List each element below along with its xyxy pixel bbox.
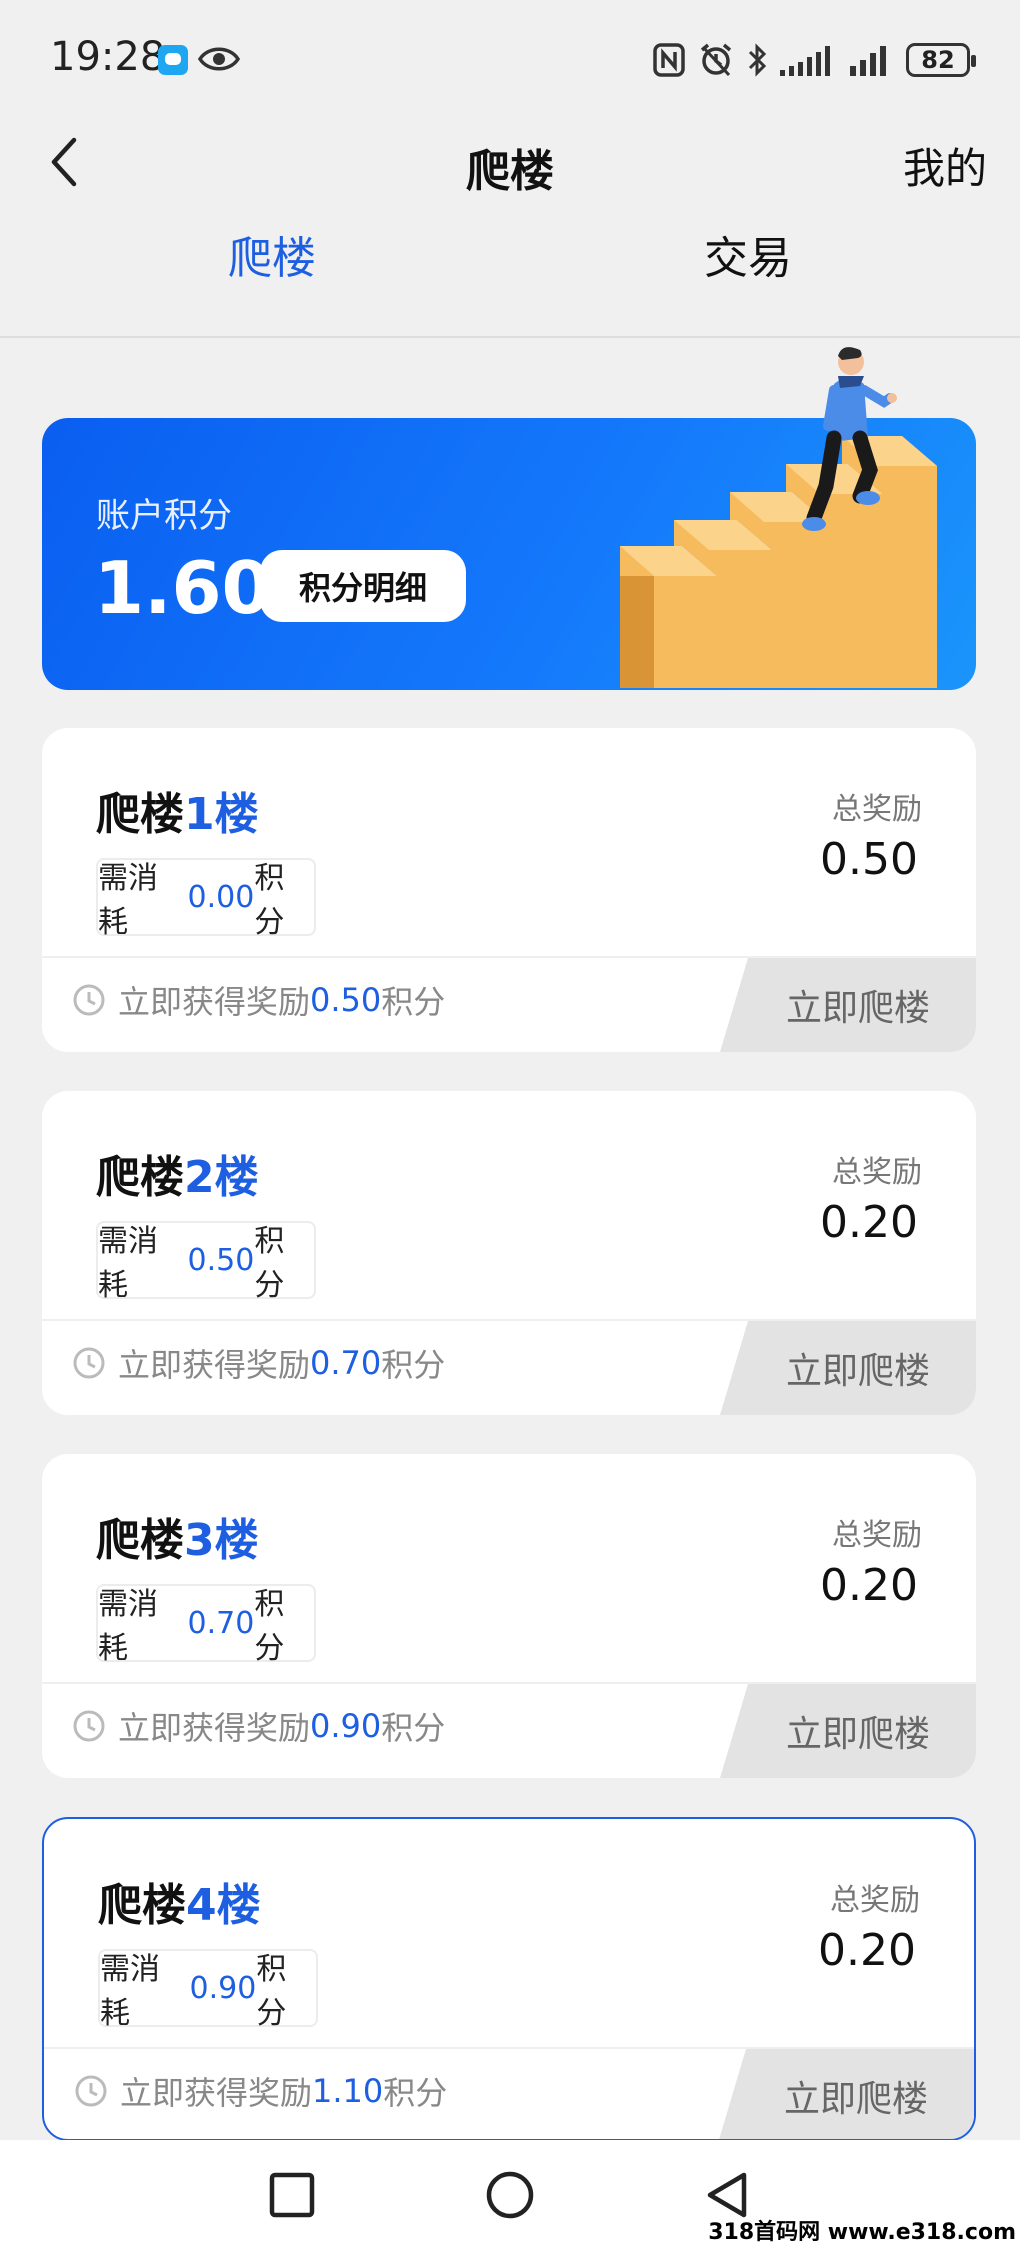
message-icon [158,45,188,75]
floor-title: 爬楼1楼 [96,778,259,842]
alarm-icon [700,43,732,77]
divider [0,336,1020,338]
floor-card: 爬楼2楼 需消耗 0.50 积分 总奖励 0.20 立即获得奖励 0.70 积分 立即爬… [42,1091,976,1415]
floor-title: 爬楼2楼 [96,1141,259,1205]
recent-apps-icon[interactable] [264,2167,320,2223]
signal-icon [780,46,830,76]
total-reward-label: 总奖励 [832,1155,922,1190]
divider [42,1319,976,1321]
instant-reward-suffix: 积分 [383,2074,448,2112]
status-bar: 19:28 82 [0,0,1020,120]
floor-title-prefix: 爬楼 [98,1880,186,1931]
cost-prefix: 需消耗 [100,1952,160,2031]
divider [44,2047,974,2049]
floor-number: 1楼 [184,789,259,840]
home-icon[interactable] [482,2167,538,2223]
clock-icon [73,984,105,1016]
cost-value: 0.90 [189,1970,257,2006]
cost-suffix: 积分 [254,1587,285,1666]
floor-title: 爬楼4楼 [98,1869,261,1933]
instant-reward-row: 立即获得奖励 0.90 积分 [72,1696,445,1756]
instant-reward-suffix: 积分 [381,983,446,1021]
divider [42,1682,976,1684]
instant-reward-row: 立即获得奖励 0.50 积分 [72,970,445,1030]
instant-reward-value: 0.50 [310,981,382,1019]
cost-prefix: 需消耗 [98,861,158,940]
instant-reward-row: 立即获得奖励 0.70 积分 [72,1333,445,1393]
floor-number: 3楼 [184,1515,259,1566]
status-icons: 82 [652,40,976,80]
system-nav-bar: 318首码网 www.e318.com [0,2140,1020,2250]
eye-icon [198,47,240,71]
signal-icon [850,46,886,76]
cost-suffix: 积分 [254,861,285,940]
nfc-icon [653,43,685,77]
floor-card: 爬楼4楼 需消耗 0.90 积分 总奖励 0.20 立即获得奖励 1.10 积分 立即爬… [42,1817,976,2141]
clock-icon [75,2075,107,2107]
instant-reward-value: 1.10 [312,2072,384,2110]
instant-reward-row: 立即获得奖励 1.10 积分 [74,2061,447,2121]
climb-now-button[interactable]: 立即爬楼 [718,2049,974,2139]
floor-title-prefix: 爬楼 [96,789,184,840]
floor-title: 爬楼3楼 [96,1504,259,1568]
climb-now-button[interactable]: 立即爬楼 [720,958,976,1052]
tab-bar: 爬楼 交易 [0,222,1020,292]
cost-suffix: 积分 [254,1224,285,1303]
floor-title-prefix: 爬楼 [96,1515,184,1566]
floor-card: 爬楼3楼 需消耗 0.70 积分 总奖励 0.20 立即获得奖励 0.90 积分 立即爬… [42,1454,976,1778]
cost-prefix: 需消耗 [98,1587,158,1666]
climb-now-button[interactable]: 立即爬楼 [720,1321,976,1415]
page-title: 爬楼 [466,146,554,197]
bluetooth-icon [748,43,767,77]
total-reward-label: 总奖励 [832,792,922,827]
total-reward-value: 0.50 [820,834,918,885]
total-reward-value: 0.20 [820,1197,918,1248]
floor-card: 爬楼1楼 需消耗 0.00 积分 总奖励 0.50 立即获得奖励 0.50 积分 立即爬… [42,728,976,1052]
battery-indicator: 82 [906,43,976,77]
points-detail-button[interactable]: 积分明细 [260,550,466,622]
climb-now-button[interactable]: 立即爬楼 [720,1684,976,1778]
divider [42,956,976,958]
total-reward-label: 总奖励 [832,1518,922,1553]
stairs-climber-illustration [620,347,937,688]
cost-badge: 需消耗 0.50 积分 [96,1221,316,1303]
cost-suffix: 积分 [256,1952,287,2031]
instant-reward-value: 0.70 [310,1344,382,1382]
floor-number: 4楼 [186,1880,261,1931]
instant-reward-prefix: 立即获得奖励 [118,1709,311,1747]
clock-icon [73,1347,105,1379]
cost-badge: 需消耗 0.00 积分 [96,858,316,940]
total-reward-value: 0.20 [820,1560,918,1611]
instant-reward-suffix: 积分 [381,1709,446,1747]
my-link[interactable]: 我的 [903,135,987,196]
cost-prefix: 需消耗 [98,1224,158,1303]
instant-reward-value: 0.90 [310,1707,382,1745]
floor-number: 2楼 [184,1152,259,1203]
cost-badge: 需消耗 0.70 积分 [96,1584,316,1666]
tab-climb[interactable]: 爬楼 [228,222,316,286]
account-points-banner: 账户积分 1.60 积分明细 [42,347,976,690]
watermark: 318首码网 www.e318.com [708,2220,1016,2245]
cost-value: 0.00 [187,879,255,915]
total-reward-value: 0.20 [818,1925,916,1976]
battery-level: 82 [921,46,955,74]
status-time: 19:28 [50,34,166,80]
account-points-value: 1.60 [94,546,272,630]
instant-reward-prefix: 立即获得奖励 [118,983,311,1021]
cost-value: 0.50 [187,1242,255,1278]
instant-reward-prefix: 立即获得奖励 [120,2074,313,2112]
account-points-label: 账户积分 [96,496,232,536]
tab-trade[interactable]: 交易 [704,222,792,286]
cost-value: 0.70 [187,1605,255,1641]
cost-badge: 需消耗 0.90 积分 [98,1949,318,2031]
instant-reward-suffix: 积分 [381,1346,446,1384]
clock-icon [73,1710,105,1742]
floor-title-prefix: 爬楼 [96,1152,184,1203]
instant-reward-prefix: 立即获得奖励 [118,1346,311,1384]
total-reward-label: 总奖励 [830,1883,920,1918]
